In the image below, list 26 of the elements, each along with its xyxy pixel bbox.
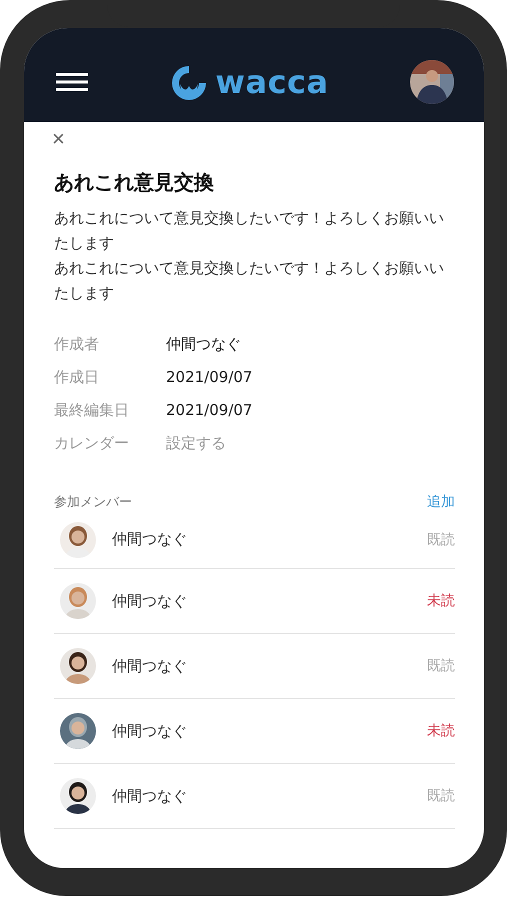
meta-value: 仲間つなぐ [166, 334, 242, 355]
read-status: 既読 [427, 787, 455, 805]
meta-value: 2021/09/07 [166, 367, 254, 388]
member-name: 仲間つなぐ [112, 722, 188, 740]
meta-label: 作成者 [54, 334, 100, 355]
meta-label: 最終編集日 [54, 400, 130, 421]
read-status: 未読 [427, 592, 455, 610]
member-name: 仲間つなぐ [112, 530, 188, 549]
menu-icon[interactable] [56, 73, 88, 91]
page-title: あれこれ意見交換 [54, 169, 215, 196]
read-status: 既読 [427, 530, 455, 548]
logo-text: wacca [215, 66, 329, 98]
close-button[interactable]: × [52, 128, 65, 150]
read-status: 未読 [427, 722, 455, 740]
member-name: 仲間つなぐ [112, 656, 188, 676]
add-link[interactable]: 追加 [427, 493, 455, 511]
meta-value: 2021/09/07 [166, 400, 254, 421]
description-text: あれこれについて意見交換したいです！よろしくお願いいたします [54, 258, 445, 304]
member-name: 仲間つなぐ [112, 592, 188, 610]
read-status: 既読 [427, 657, 455, 675]
description-text: あれこれについて意見交換したいです！よろしくお願いいたします [54, 208, 445, 254]
member-name: 仲間つなぐ [112, 786, 188, 806]
meta-label: 作成日 [54, 367, 100, 388]
meta-label: カレンダー [54, 433, 130, 454]
meta-value[interactable]: 設定する [166, 431, 455, 455]
section-title: 参加メンバー [54, 494, 132, 511]
